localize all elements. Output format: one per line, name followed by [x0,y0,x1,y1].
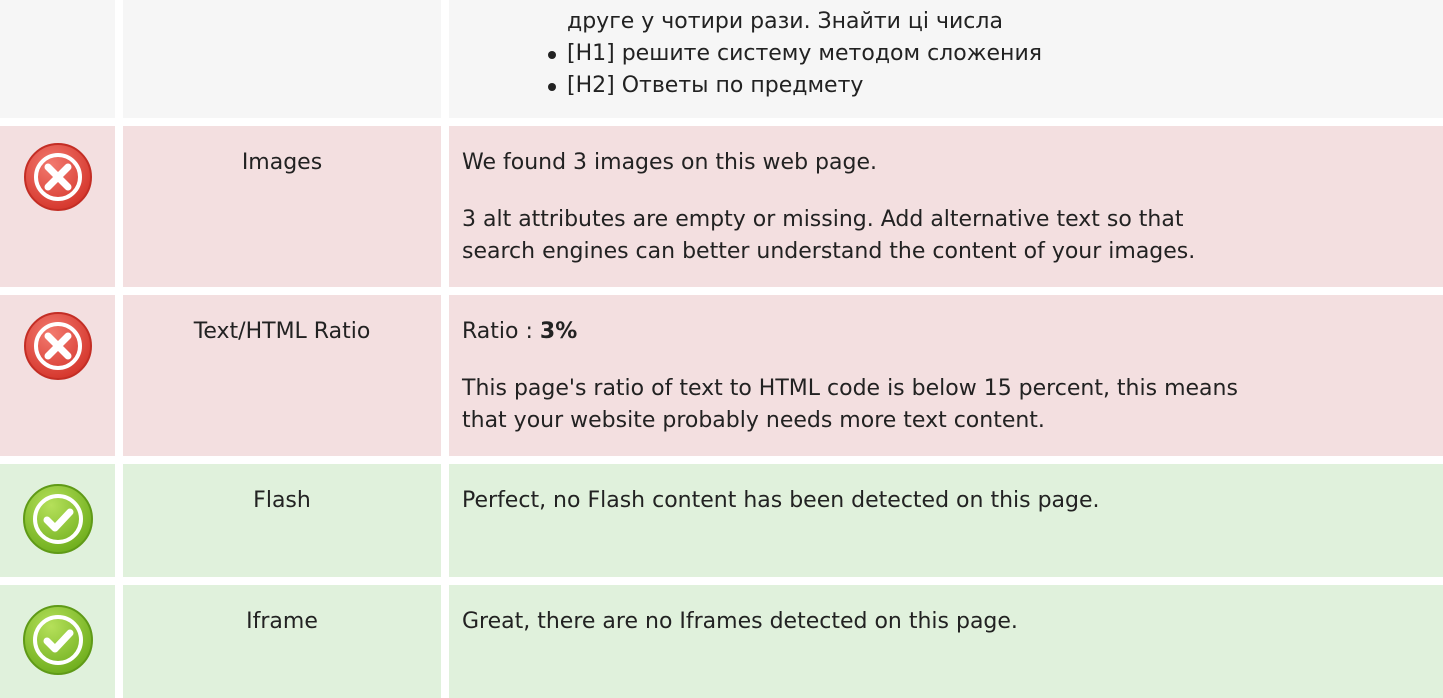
images-summary-text: We found 3 images on this web page. [462,150,877,175]
ratio-prefix: Ratio : [462,319,540,344]
iframe-check-row: Iframe Great, there are no Iframes detec… [0,585,1443,698]
images-check-row: Images We found 3 images on this web pag… [0,126,1443,287]
ratio-label: Text/HTML Ratio [193,319,371,344]
error-x-icon [24,312,92,380]
heading-item-h1: [H1] решите систему методом сложения [546,38,1042,70]
images-description: We found 3 images on this web page. 3 al… [449,126,1443,287]
flash-check-row: Flash Perfect, no Flash content has been… [0,464,1443,577]
flash-icon-cell [0,464,115,577]
flash-result-text: Perfect, no Flash content has been detec… [462,488,1100,513]
iframe-description: Great, there are no Iframes detected on … [449,585,1443,698]
images-icon-cell [0,126,115,287]
headings-icon-cell [0,0,115,118]
iframe-icon-cell [0,585,115,698]
ratio-icon-cell [0,295,115,456]
images-alt-text-line2: search engines can better understand the… [462,239,1196,264]
ratio-value: 3% [539,319,578,344]
check-icon [23,484,93,554]
ratio-explanation-line1: This page's ratio of text to HTML code i… [462,376,1238,401]
ratio-label-cell: Text/HTML Ratio [123,295,441,456]
iframe-label: Iframe [246,609,318,634]
images-alt-text-line1: 3 alt attributes are empty or missing. A… [462,207,1184,232]
heading-list: [H1] решите систему методом сложения [H2… [546,38,1042,102]
headings-list-wrap: друге у чотири рази. Знайти ці числа [H1… [546,6,1042,102]
headings-label-cell [123,0,441,118]
iframe-label-cell: Iframe [123,585,441,698]
text-html-ratio-row: Text/HTML Ratio Ratio : 3% This page's r… [0,295,1443,456]
check-icon [23,605,93,675]
flash-description: Perfect, no Flash content has been detec… [449,464,1443,577]
images-label-cell: Images [123,126,441,287]
heading-continuation-text: друге у чотири рази. Знайти ці числа [567,9,1003,34]
ratio-explanation-line2: that your website probably needs more te… [462,408,1045,433]
images-label: Images [241,150,323,175]
flash-label-cell: Flash [123,464,441,577]
flash-label: Flash [253,488,311,513]
ratio-description: Ratio : 3% This page's ratio of text to … [449,295,1443,456]
ratio-value-line: Ratio : 3% [462,295,1443,348]
iframe-result-text: Great, there are no Iframes detected on … [462,609,1018,634]
heading-item-h2: [H2] Ответы по предмету [546,70,1042,102]
headings-row: друге у чотири рази. Знайти ці числа [H1… [0,0,1443,118]
error-x-icon [24,143,92,211]
